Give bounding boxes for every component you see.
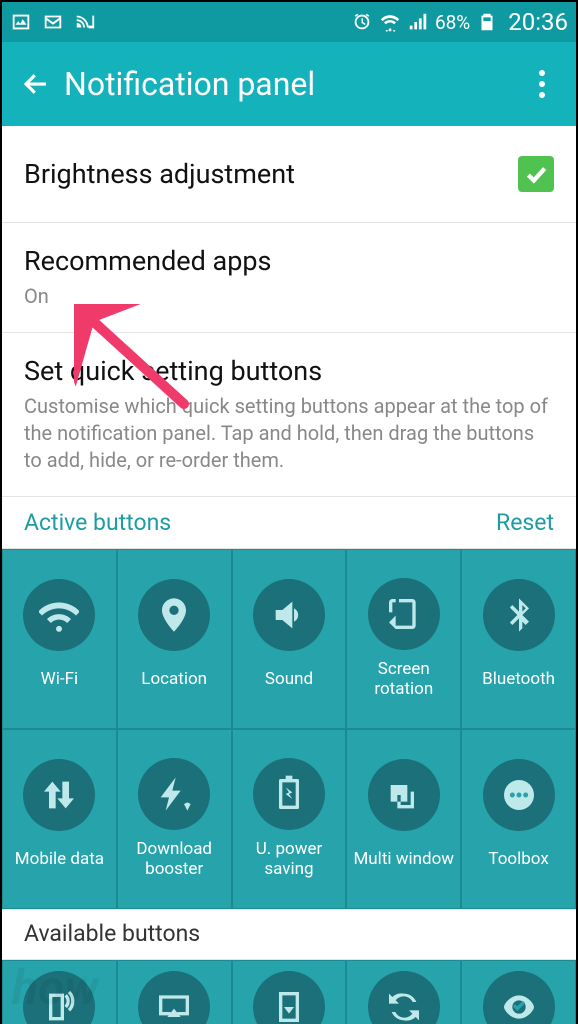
row-brightness-adjustment[interactable]: Brightness adjustment (2, 126, 576, 223)
qs-sound[interactable]: Sound (232, 549, 347, 729)
multiwindow-icon (368, 759, 440, 831)
qs-multiwindow[interactable]: Multi window (346, 729, 461, 909)
qs-booster[interactable]: Download booster (117, 729, 232, 909)
qs-location[interactable]: Location (117, 549, 232, 729)
available-buttons-label: Available buttons (24, 920, 200, 947)
cast-icon (74, 11, 96, 33)
active-buttons-label: Active buttons (24, 509, 171, 536)
alarm-icon (351, 11, 373, 33)
qs-label: Screen rotation (349, 660, 458, 699)
clock-text: 20:36 (508, 8, 568, 36)
battery-icon (476, 11, 498, 33)
qs-label: Bluetooth (482, 661, 555, 699)
checkbox-checked-icon[interactable] (518, 156, 554, 192)
qs-label: U. power saving (235, 840, 344, 879)
qs-nfc[interactable] (232, 960, 347, 1024)
mobiledata-icon (23, 759, 95, 831)
row-title: Set quick setting buttons (24, 355, 554, 387)
location-icon (138, 579, 210, 651)
available-buttons-grid (2, 960, 576, 1024)
bluetooth-icon (483, 579, 555, 651)
row-subtitle: Customise which quick setting buttons ap… (24, 393, 554, 474)
wifi-icon (23, 579, 95, 651)
qs-smartstay[interactable] (461, 960, 576, 1024)
mirroring-icon (138, 971, 210, 1024)
qs-label: Wi-Fi (41, 661, 78, 699)
page-title: Notification panel (64, 65, 520, 103)
qs-sync[interactable] (346, 960, 461, 1024)
qs-label: Multi window (353, 841, 454, 879)
sound-icon (253, 579, 325, 651)
qs-wifi[interactable]: Wi-Fi (2, 549, 117, 729)
mail-icon (42, 11, 64, 33)
hotspot-icon (23, 971, 95, 1024)
qs-label: Download booster (120, 840, 229, 879)
qs-hotspot[interactable] (2, 960, 117, 1024)
available-buttons-header: Available buttons (2, 909, 576, 960)
powersave-icon (253, 758, 325, 830)
row-set-quick-setting-buttons: Set quick setting buttons Customise whic… (2, 333, 576, 496)
battery-percent: 68% (435, 11, 470, 34)
status-bar: 68% 20:36 (2, 2, 576, 42)
signal-icon (407, 11, 429, 33)
sync-icon (368, 971, 440, 1024)
active-buttons-header: Active buttons Reset (2, 496, 576, 549)
qs-label: Sound (265, 661, 313, 699)
qs-rotation[interactable]: Screen rotation (346, 549, 461, 729)
wifi-status-icon (379, 11, 401, 33)
toolbox-icon (483, 759, 555, 831)
qs-mobiledata[interactable]: Mobile data (2, 729, 117, 909)
smartstay-icon (483, 971, 555, 1024)
qs-label: Toolbox (488, 841, 548, 879)
qs-mirroring[interactable] (117, 960, 232, 1024)
app-bar: Notification panel (2, 42, 576, 126)
qs-bluetooth[interactable]: Bluetooth (461, 549, 576, 729)
rotation-icon (368, 578, 440, 650)
qs-powersave[interactable]: U. power saving (232, 729, 347, 909)
picture-icon (10, 11, 32, 33)
active-buttons-grid: Wi-Fi Location Sound Screen rotation Bluetoo… (2, 549, 576, 909)
row-recommended-apps[interactable]: Recommended apps On (2, 223, 576, 333)
back-button[interactable] (14, 62, 58, 106)
qs-label: Location (141, 661, 207, 699)
reset-button[interactable]: Reset (496, 509, 554, 536)
row-title: Recommended apps (24, 245, 554, 277)
row-subtitle: On (24, 283, 554, 310)
qs-label: Mobile data (15, 841, 104, 879)
qs-toolbox[interactable]: Toolbox (461, 729, 576, 909)
overflow-menu-button[interactable] (520, 62, 564, 106)
row-title: Brightness adjustment (24, 158, 295, 190)
nfc-icon (253, 971, 325, 1024)
booster-icon (138, 758, 210, 830)
